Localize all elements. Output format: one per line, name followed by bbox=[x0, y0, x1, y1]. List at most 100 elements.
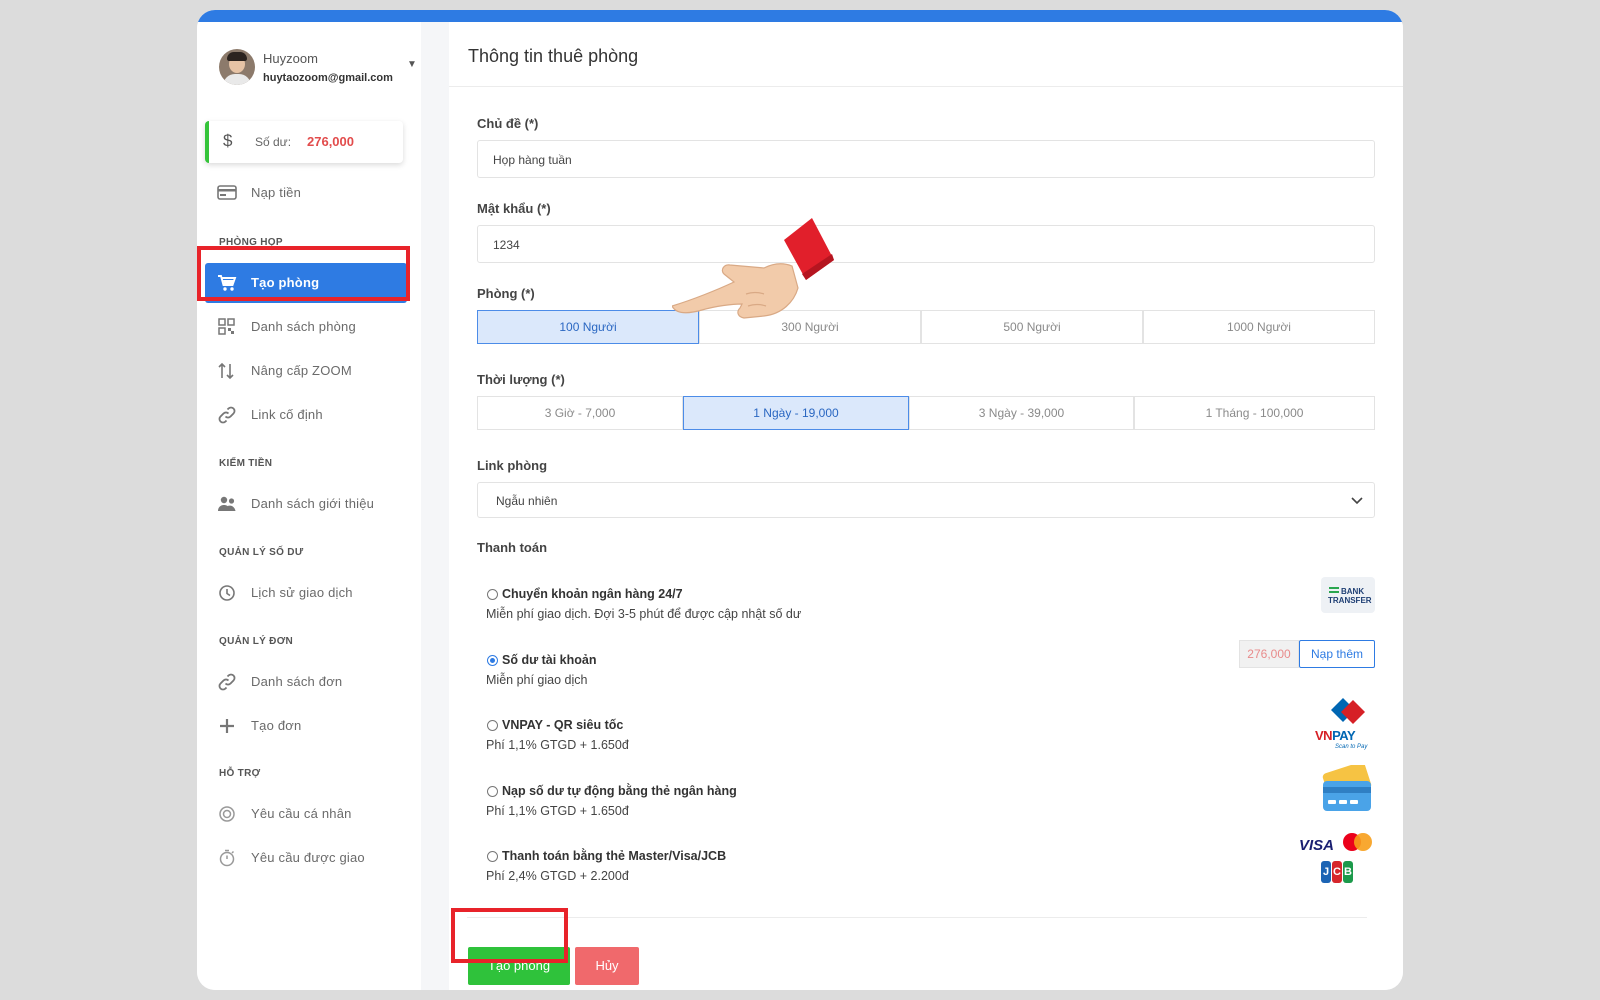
payment-radio[interactable] bbox=[487, 851, 498, 862]
sidebar-item-label: Danh sách giới thiệu bbox=[251, 496, 375, 511]
bank-transfer-logo: BANK TRANSFER bbox=[1321, 577, 1375, 613]
payment-title: VNPAY - QR siêu tốc bbox=[502, 718, 624, 732]
stopwatch-icon bbox=[219, 849, 235, 867]
highlight-create-room bbox=[197, 246, 410, 301]
sidebar-item-label: Tạo đơn bbox=[251, 718, 302, 733]
divider bbox=[449, 86, 1403, 87]
sort-arrows-icon bbox=[218, 362, 234, 380]
payment-option-bank[interactable]: Chuyển khoản ngân hàng 24/7 Miễn phí gia… bbox=[477, 577, 1375, 635]
room-option-1000[interactable]: 1000 Người bbox=[1143, 310, 1375, 344]
payment-option-auto-card[interactable]: Nạp số dư tự động bằng thẻ ngân hàng Phí… bbox=[477, 765, 1375, 832]
jcb-logo: J C B bbox=[1321, 861, 1353, 883]
user-name: Huyzoom bbox=[263, 51, 318, 66]
payment-radio[interactable] bbox=[487, 786, 498, 797]
link-icon bbox=[218, 406, 236, 424]
sidebar-item-order-list[interactable]: Danh sách đơn bbox=[205, 662, 407, 702]
link-select[interactable]: Ngẫu nhiên bbox=[477, 482, 1375, 518]
user-menu[interactable]: Huyzoom huytaozoom@gmail.com ▼ bbox=[219, 49, 417, 89]
payment-title: Số dư tài khoản bbox=[502, 653, 597, 667]
qr-grid-icon bbox=[218, 318, 235, 335]
credit-card-icon bbox=[217, 185, 237, 200]
section-support: HỖ TRỢ bbox=[219, 768, 261, 779]
sidebar-item-fixed-link[interactable]: Link cố định bbox=[205, 395, 407, 435]
sidebar-item-label: Nâng cấp ZOOM bbox=[251, 363, 352, 378]
duration-option-1m[interactable]: 1 Tháng - 100,000 bbox=[1134, 396, 1375, 430]
pointing-hand-icon bbox=[672, 218, 834, 319]
duration-option-3d[interactable]: 3 Ngày - 39,000 bbox=[909, 396, 1134, 430]
payment-desc: Phí 1,1% GTGD + 1.650đ bbox=[486, 804, 629, 818]
room-option-500[interactable]: 500 Người bbox=[921, 310, 1143, 344]
sidebar-item-upgrade[interactable]: Nâng cấp ZOOM bbox=[205, 351, 407, 391]
duration-option-1d[interactable]: 1 Ngày - 19,000 bbox=[683, 396, 909, 430]
link-icon bbox=[218, 673, 236, 691]
visa-logo: VISA bbox=[1299, 837, 1335, 854]
topup-more-button[interactable]: Nạp thêm bbox=[1299, 640, 1375, 668]
top-accent-bar bbox=[197, 10, 1403, 22]
duration-option-3h[interactable]: 3 Giờ - 7,000 bbox=[477, 396, 683, 430]
topic-value: Họp hàng tuần bbox=[493, 153, 572, 167]
section-earn: KIẾM TIỀN bbox=[219, 458, 273, 469]
sidebar-item-history[interactable]: Lịch sử giao dịch bbox=[205, 573, 407, 613]
balance-card: $ Số dư: 276,000 bbox=[205, 121, 403, 163]
password-label: Mật khẩu (*) bbox=[477, 201, 551, 216]
section-balance: QUẢN LÝ SỐ DƯ bbox=[219, 547, 304, 558]
main-panel: Thông tin thuê phòng Chủ đề (*) Họp hàng… bbox=[449, 22, 1403, 990]
user-email: huytaozoom@gmail.com bbox=[263, 72, 393, 84]
room-options: 100 Người 300 Người 500 Người 1000 Người bbox=[477, 310, 1375, 344]
password-input[interactable]: 1234 bbox=[477, 225, 1375, 263]
clock-icon bbox=[219, 585, 235, 601]
payment-label: Thanh toán bbox=[477, 540, 548, 555]
payment-option-vnpay[interactable]: VNPAY - QR siêu tốc Phí 1,1% GTGD + 1.65… bbox=[477, 698, 1375, 766]
vnpay-logo: VNPAY Scan to Pay bbox=[1313, 696, 1375, 754]
payment-desc: Phí 1,1% GTGD + 1.650đ bbox=[486, 738, 629, 752]
sidebar-item-label: Danh sách đơn bbox=[251, 674, 343, 689]
highlight-submit bbox=[451, 908, 568, 963]
topic-label: Chủ đề (*) bbox=[477, 116, 539, 131]
payment-title: Thanh toán bằng thẻ Master/Visa/JCB bbox=[502, 849, 727, 863]
sidebar-item-label: Yêu cầu được giao bbox=[251, 850, 365, 865]
users-icon bbox=[218, 496, 236, 511]
sidebar-item-topup[interactable]: Nạp tiền bbox=[205, 173, 407, 213]
card-brand-logos: VISA J C B bbox=[1299, 833, 1375, 885]
sidebar: Huyzoom huytaozoom@gmail.com ▼ $ Số dư: … bbox=[197, 22, 421, 990]
sidebar-item-personal-request[interactable]: Yêu cầu cá nhân bbox=[205, 794, 407, 834]
avatar bbox=[219, 49, 255, 85]
cancel-button[interactable]: Hủy bbox=[575, 947, 639, 985]
payment-radio[interactable] bbox=[487, 655, 498, 666]
payment-radio[interactable] bbox=[487, 589, 498, 600]
sidebar-item-label: Lịch sử giao dịch bbox=[251, 585, 353, 600]
duration-label: Thời lượng (*) bbox=[477, 372, 565, 387]
account-balance-display: 276,000 bbox=[1239, 640, 1299, 668]
payment-option-balance[interactable]: Số dư tài khoản Miễn phí giao dịch 276,0… bbox=[477, 640, 1375, 701]
sidebar-item-referrals[interactable]: Danh sách giới thiệu bbox=[205, 484, 407, 524]
password-value: 1234 bbox=[493, 238, 520, 252]
payment-option-intl-card[interactable]: Thanh toán bằng thẻ Master/Visa/JCB Phí … bbox=[477, 833, 1375, 897]
link-label: Link phòng bbox=[477, 458, 548, 473]
payment-title: Chuyển khoản ngân hàng 24/7 bbox=[502, 587, 683, 601]
app-frame: Huyzoom huytaozoom@gmail.com ▼ $ Số dư: … bbox=[197, 10, 1403, 990]
plus-icon bbox=[220, 719, 234, 733]
link-value: Ngẫu nhiên bbox=[496, 494, 558, 508]
credit-cards-icon bbox=[1322, 765, 1372, 811]
payment-radio[interactable] bbox=[487, 720, 498, 731]
balance-amount: 276,000 bbox=[307, 134, 354, 149]
dollar-icon: $ bbox=[223, 131, 233, 150]
payment-desc: Phí 2,4% GTGD + 2.200đ bbox=[486, 869, 629, 883]
duration-options: 3 Giờ - 7,000 1 Ngày - 19,000 3 Ngày - 3… bbox=[477, 396, 1375, 430]
payment-title: Nạp số dư tự động bằng thẻ ngân hàng bbox=[502, 784, 737, 798]
support-ring-icon bbox=[219, 806, 235, 822]
sidebar-item-label: Link cố định bbox=[251, 407, 323, 422]
sidebar-item-room-list[interactable]: Danh sách phòng bbox=[205, 307, 407, 347]
caret-down-icon[interactable]: ▼ bbox=[407, 59, 417, 70]
payment-desc: Miễn phí giao dịch bbox=[486, 673, 588, 687]
sidebar-item-label: Yêu cầu cá nhân bbox=[251, 806, 352, 821]
sidebar-item-label: Nạp tiền bbox=[251, 185, 302, 200]
sidebar-item-assigned-request[interactable]: Yêu cầu được giao bbox=[205, 838, 407, 878]
balance-label: Số dư: bbox=[255, 135, 292, 149]
chevron-down-icon bbox=[1351, 497, 1363, 505]
page-title: Thông tin thuê phòng bbox=[468, 46, 639, 66]
room-option-100[interactable]: 100 Người bbox=[477, 310, 699, 344]
topic-input[interactable]: Họp hàng tuần bbox=[477, 140, 1375, 178]
sidebar-item-label: Danh sách phòng bbox=[251, 319, 356, 334]
sidebar-item-create-order[interactable]: Tạo đơn bbox=[205, 706, 407, 746]
